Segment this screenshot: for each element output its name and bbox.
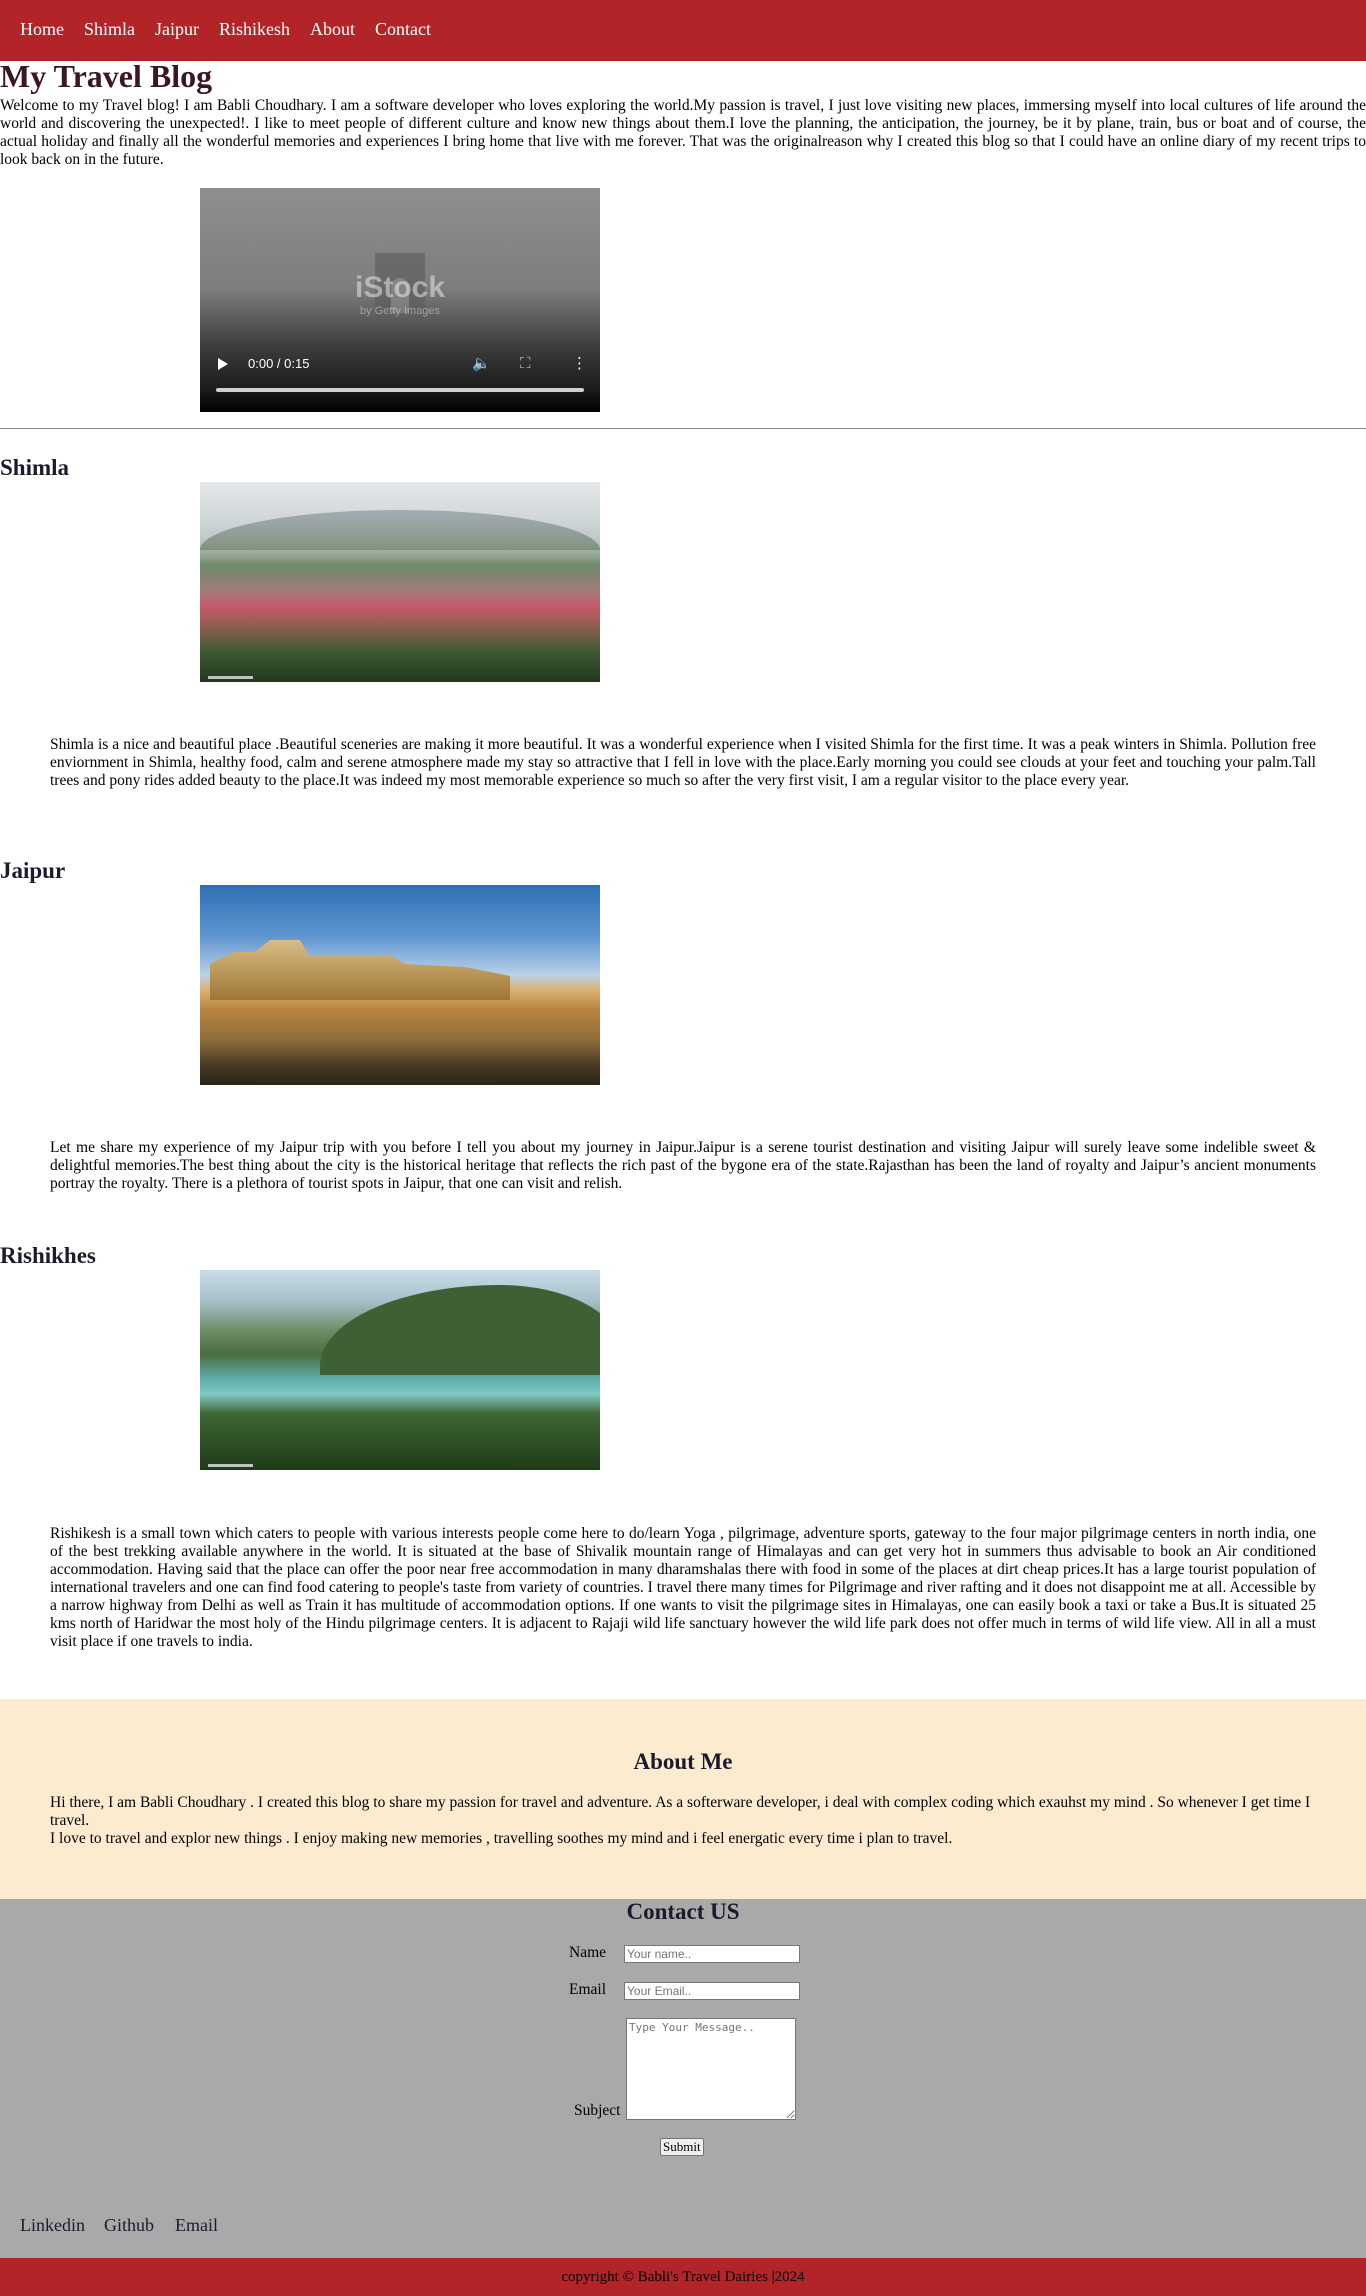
contact-section: Contact US Name Email Subject Submit Lin… [0,1899,1366,2258]
about-section: About Me Hi there, I am Babli Choudhary … [0,1699,1366,1899]
video-watermark-sub: by Getty Images [359,305,441,317]
video-player[interactable]: iStock by Getty Images 0:00 / 0:15 🔈 ⛶ ⋮ [200,188,600,412]
intro-paragraph: Welcome to my Travel blog! I am Babli Ch… [0,97,1366,168]
play-icon[interactable] [218,358,228,370]
nav-contact-link[interactable]: Contact [375,19,431,40]
name-label: Name [569,1944,607,1961]
nav-shimla-link[interactable]: Shimla [84,19,135,40]
submit-button[interactable]: Submit [660,2138,704,2156]
message-textarea[interactable] [626,2018,796,2120]
fullscreen-icon[interactable]: ⛶ [520,354,531,372]
rishikesh-image [200,1270,600,1470]
about-paragraph-1: Hi there, I am Babli Choudhary . I creat… [50,1794,1311,1829]
footer: copyright © Babli's Travel Dairies |2024 [0,2258,1366,2296]
video-time-display: 0:00 / 0:15 [248,356,310,371]
email-input[interactable] [624,1982,800,2000]
jaipur-heading: Jaipur [0,858,66,883]
jaipur-image-fort [210,940,510,1000]
subject-label: Subject [574,2102,621,2119]
volume-icon[interactable]: 🔈 [472,354,491,372]
shimla-description: Shimla is a nice and beautiful place .Be… [50,736,1316,789]
rishikesh-description: Rishikesh is a small town which caters t… [50,1525,1316,1650]
page-title: My Travel Blog [0,58,213,94]
rishikesh-image-hill [320,1285,600,1375]
name-input[interactable] [624,1945,800,1963]
video-watermark: iStock [354,271,446,304]
github-link[interactable]: Github [104,2215,154,2236]
image-credit-mark [208,676,253,679]
rishikesh-heading: Rishikhes [0,1243,96,1268]
nav-home-link[interactable]: Home [20,19,64,40]
image-credit-mark [208,1464,253,1467]
linkedin-link[interactable]: Linkedin [20,2215,85,2236]
jaipur-description: Let me share my experience of my Jaipur … [50,1139,1316,1192]
email-label: Email [569,1981,607,1998]
top-navbar: Home Shimla Jaipur Rishikesh About Conta… [0,0,1366,61]
shimla-image [200,482,600,682]
about-paragraph-2: I love to travel and explor new things .… [50,1830,953,1847]
about-heading: About Me [633,1749,733,1774]
jaipur-image [200,885,600,1085]
nav-rishikesh-link[interactable]: Rishikesh [219,19,290,40]
copyright-text: copyright © Babli's Travel Dairies |2024 [561,2269,805,2285]
more-options-icon[interactable]: ⋮ [572,354,587,372]
video-progress-bar[interactable] [216,388,584,392]
shimla-image-hills [200,510,600,550]
nav-jaipur-link[interactable]: Jaipur [155,19,199,40]
email-link[interactable]: Email [175,2215,218,2236]
contact-heading: Contact US [626,1899,740,1924]
section-divider [0,428,1366,429]
nav-about-link[interactable]: About [310,19,355,40]
shimla-heading: Shimla [0,455,70,480]
